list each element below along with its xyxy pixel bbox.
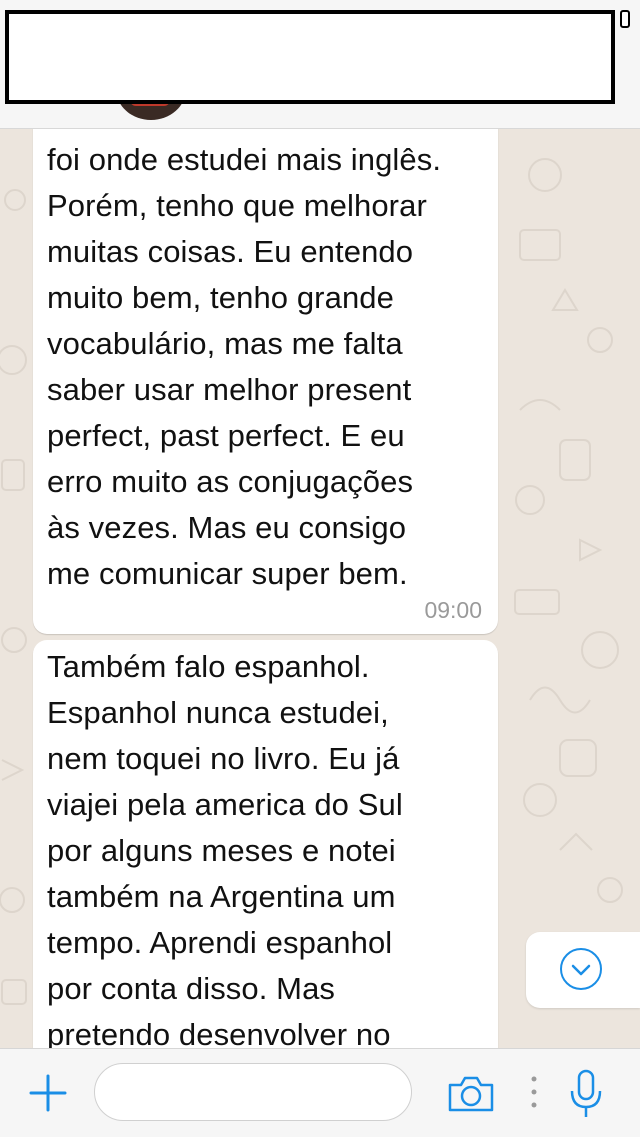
message-time: 09:00 bbox=[424, 597, 482, 623]
message-bubble[interactable]: Também falo espanhol. Espanhol nunca est… bbox=[33, 640, 498, 1048]
chat-header bbox=[0, 0, 640, 129]
chevron-down-icon bbox=[560, 948, 602, 990]
battery-icon bbox=[620, 10, 630, 28]
more-dots-icon bbox=[530, 1075, 538, 1114]
message-text: foi onde estudei mais inglês. Porém, ten… bbox=[47, 142, 442, 591]
redacted-contact-name bbox=[5, 10, 615, 104]
message-input[interactable] bbox=[94, 1063, 412, 1121]
scroll-to-bottom-button[interactable] bbox=[526, 932, 640, 1008]
message-input-bar bbox=[0, 1048, 640, 1137]
plus-icon[interactable] bbox=[28, 1073, 68, 1118]
camera-icon[interactable] bbox=[446, 1073, 496, 1118]
microphone-icon[interactable] bbox=[568, 1069, 604, 1124]
message-text: Também falo espanhol. Espanhol nunca est… bbox=[47, 649, 403, 1048]
message-list[interactable]: foi onde estudei mais inglês. Porém, ten… bbox=[0, 128, 640, 1048]
message-bubble[interactable]: foi onde estudei mais inglês. Porém, ten… bbox=[33, 128, 498, 634]
